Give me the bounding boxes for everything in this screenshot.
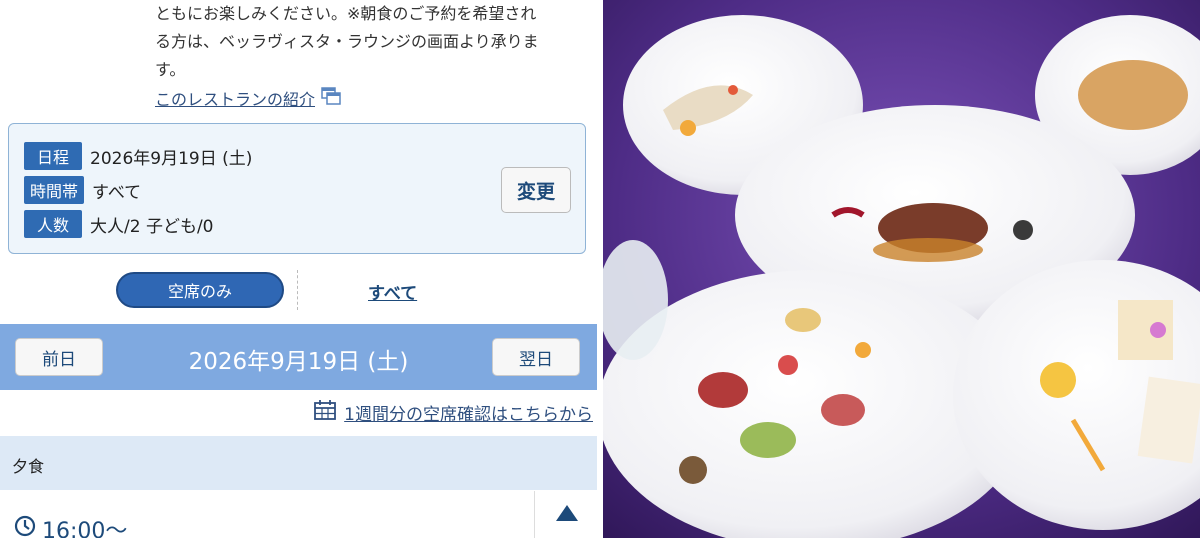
restaurant-intro-text: ともにお楽しみください。※朝食のご予約を希望され る方は、ベッラヴィスタ・ラウン…	[155, 0, 585, 84]
weekly-availability-label: 1週間分の空席確認はこちらから	[344, 405, 593, 425]
date-tag: 日程	[24, 142, 82, 170]
time-slot-value: すべて	[92, 182, 142, 203]
meal-label: 夕食	[12, 457, 45, 476]
calendar-icon	[314, 400, 337, 425]
filter-divider	[297, 270, 299, 310]
accordion-toggle[interactable]	[534, 491, 598, 538]
next-day-button[interactable]: 翌日	[492, 338, 580, 376]
reservation-summary-box: 日程 2026年9月19日 (土) 時間帯 すべて 人数 大人/2 子ども/0 …	[8, 123, 586, 254]
filter-all-link[interactable]: すべて	[368, 279, 417, 304]
change-button[interactable]: 変更	[501, 167, 571, 213]
filter-available-only-button[interactable]: 空席のみ	[116, 272, 284, 308]
party-size-tag: 人数	[24, 210, 82, 238]
meal-section-header: 夕食	[0, 436, 597, 490]
reservation-panel: ともにお楽しみください。※朝食のご予約を希望され る方は、ベッラヴィスタ・ラウン…	[0, 0, 603, 538]
time-slot-heading: 16:00〜	[14, 513, 127, 538]
plated-dishes-illustration	[603, 0, 1200, 538]
time-slot-time: 16:00〜	[42, 519, 128, 538]
party-size-value: 大人/2 子ども/0	[90, 216, 214, 237]
window-icon	[321, 87, 341, 109]
time-slot-accordion[interactable]: 16:00〜	[0, 491, 597, 538]
food-photo	[603, 0, 1200, 538]
restaurant-intro-link[interactable]: このレストランの紹介	[155, 86, 341, 110]
intro-line-3: す。	[155, 60, 186, 79]
intro-line-1: ともにお楽しみください。※朝食のご予約を希望され	[155, 4, 537, 23]
triangle-up-icon	[555, 504, 578, 525]
date-navigation-bar: 前日 2026年9月19日 (土) 翌日	[0, 324, 597, 390]
date-value: 2026年9月19日 (土)	[90, 148, 253, 169]
clock-icon	[14, 515, 36, 538]
time-slot-row: 時間帯 すべて	[24, 176, 141, 204]
intro-line-2: る方は、ベッラヴィスタ・ラウンジの画面より承りま	[155, 32, 539, 51]
date-row: 日程 2026年9月19日 (土)	[24, 142, 252, 170]
restaurant-intro-link-label: このレストランの紹介	[155, 90, 316, 109]
weekly-availability-link[interactable]: 1週間分の空席確認はこちらから	[314, 400, 593, 425]
time-slot-tag: 時間帯	[24, 176, 85, 204]
party-size-row: 人数 大人/2 子ども/0	[24, 210, 214, 238]
